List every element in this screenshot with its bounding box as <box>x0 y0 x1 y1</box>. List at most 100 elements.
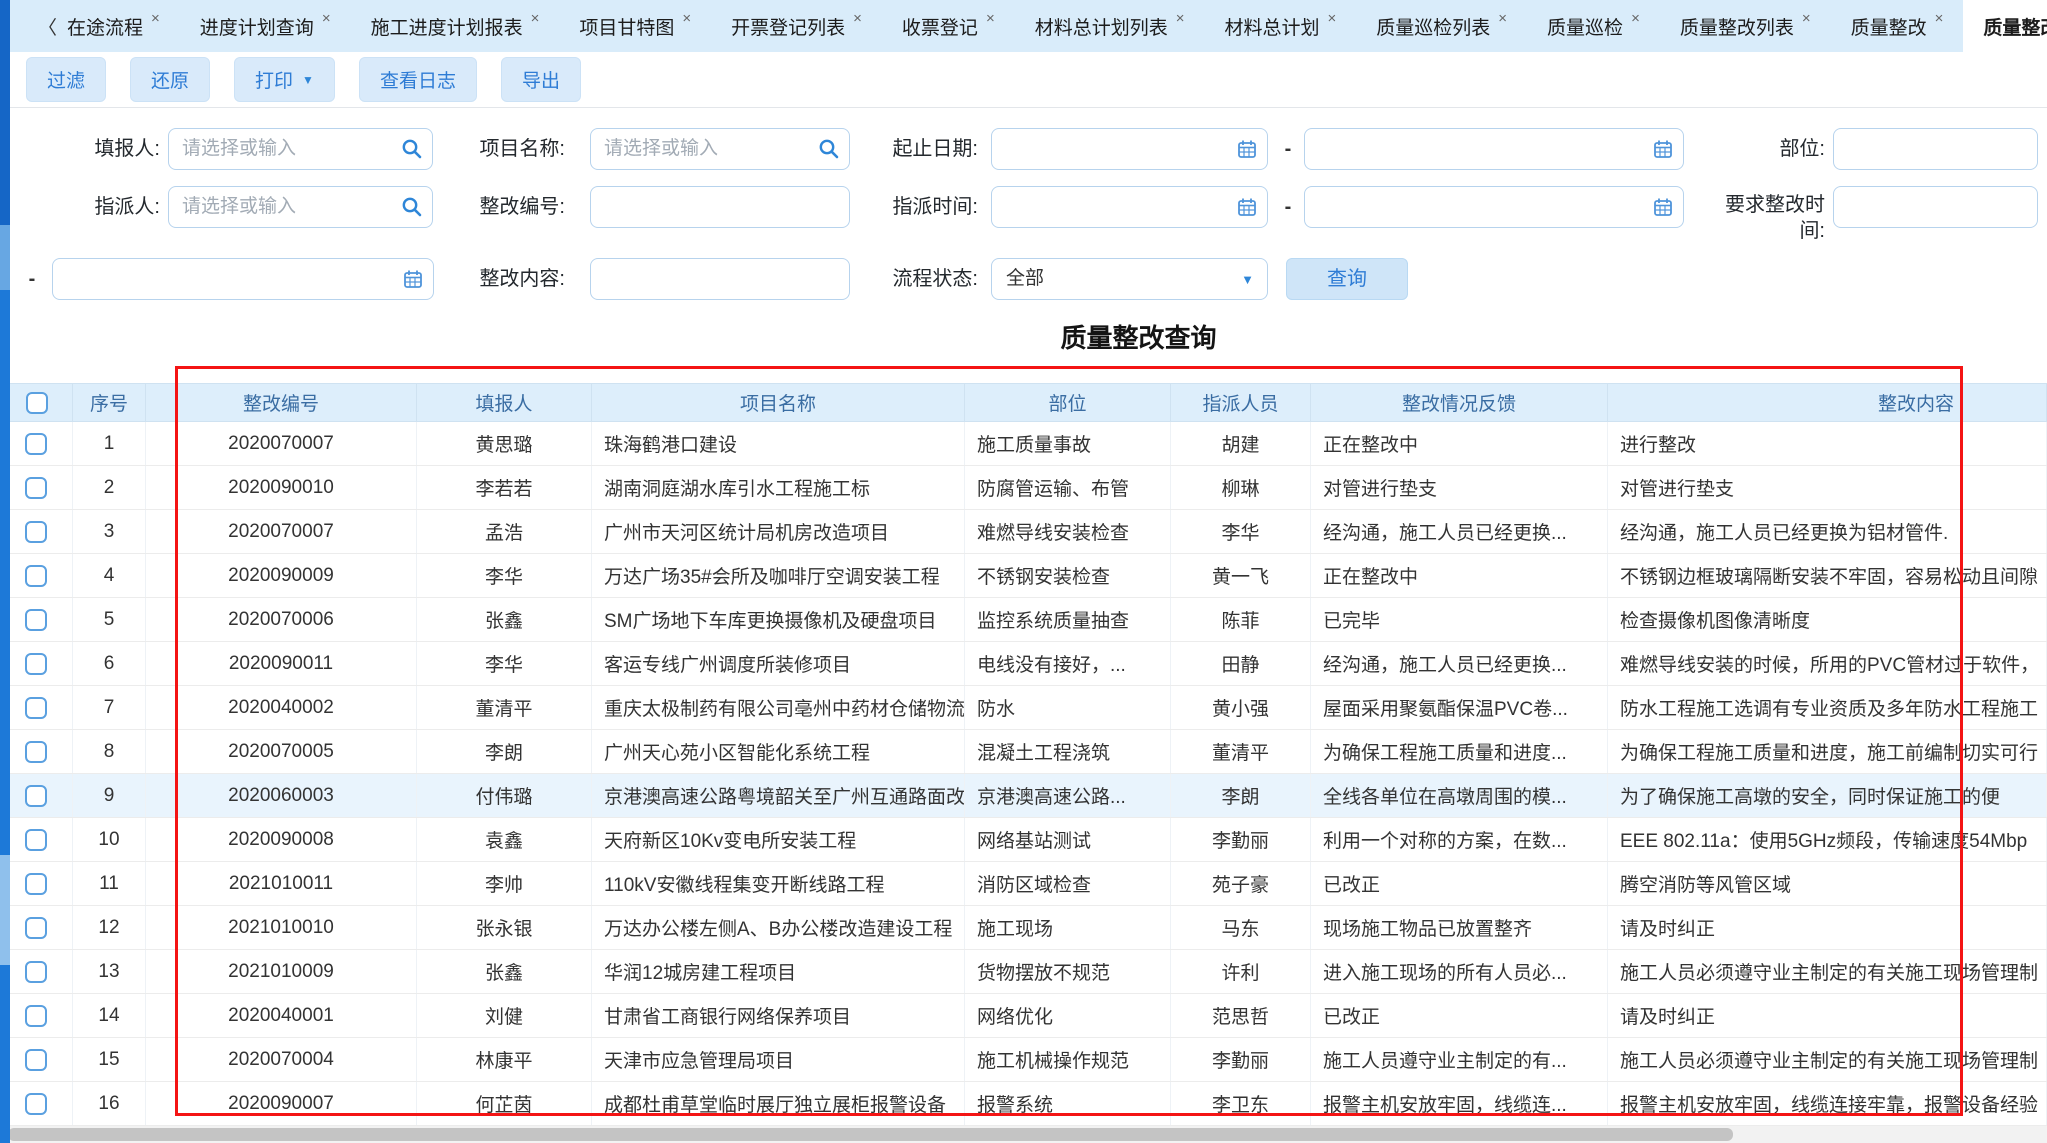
filler-link[interactable]: 黄思璐 <box>417 422 592 466</box>
project-link[interactable]: 甘肃省工商银行网络保养项目 <box>592 994 965 1038</box>
tab-close-icon[interactable]: × <box>986 10 995 27</box>
assignee-link[interactable]: 李华 <box>1171 510 1311 554</box>
calendar-icon[interactable] <box>1652 138 1674 160</box>
restore-button[interactable]: 还原 <box>130 57 210 102</box>
filler-input[interactable] <box>168 128 433 170</box>
project-link[interactable]: 湖南洞庭湖水库引水工程施工标 <box>592 466 965 510</box>
table-row[interactable]: 152020070004林康平天津市应急管理局项目施工机械操作规范李勤丽施工人员… <box>1 1038 2047 1082</box>
rectification-code-link[interactable]: 2021010011 <box>146 862 417 906</box>
table-row[interactable]: 22020090010李若若湖南洞庭湖水库引水工程施工标防腐管运输、布管柳琳对管… <box>1 466 2047 510</box>
filler-link[interactable]: 李帅 <box>417 862 592 906</box>
back-chevron-icon[interactable]: 〈 <box>38 13 57 40</box>
rect-no-input[interactable] <box>590 186 850 228</box>
project-link[interactable]: 万达广场35#会所及咖啡厅空调安装工程 <box>592 554 965 598</box>
assignee-link[interactable]: 胡建 <box>1171 422 1311 466</box>
tab[interactable]: 项目甘特图× <box>559 0 711 52</box>
rectification-code-link[interactable]: 2021010010 <box>146 906 417 950</box>
project-link[interactable]: 天津市应急管理局项目 <box>592 1038 965 1082</box>
filler-link[interactable]: 张鑫 <box>417 950 592 994</box>
table-row[interactable]: 162020090007何芷茵成都杜甫草堂临时展厅独立展柜报警设备报警系统李卫东… <box>1 1082 2047 1126</box>
table-row[interactable]: 82020070005李朗广州天心苑小区智能化系统工程混凝土工程浇筑董清平为确保… <box>1 730 2047 774</box>
filler-link[interactable]: 李若若 <box>417 466 592 510</box>
assignee-link[interactable]: 黄小强 <box>1171 686 1311 730</box>
project-link[interactable]: 客运专线广州调度所装修项目 <box>592 642 965 686</box>
filter-button[interactable]: 过滤 <box>26 57 106 102</box>
tab-close-icon[interactable]: × <box>1176 10 1185 27</box>
row-checkbox[interactable] <box>25 1005 47 1027</box>
search-icon[interactable] <box>818 138 840 160</box>
rectification-code-link[interactable]: 2020070004 <box>146 1038 417 1082</box>
row-checkbox[interactable] <box>25 521 47 543</box>
rectification-code-link[interactable]: 2020070005 <box>146 730 417 774</box>
row-checkbox[interactable] <box>25 477 47 499</box>
select-all-checkbox[interactable] <box>26 392 48 414</box>
project-link[interactable]: 重庆太极制药有限公司亳州中药材仓储物流 <box>592 686 965 730</box>
rectification-code-link[interactable]: 2020060003 <box>146 774 417 818</box>
table-row[interactable]: 32020070007孟浩广州市天河区统计局机房改造项目难燃导线安装检查李华经沟… <box>1 510 2047 554</box>
row-checkbox[interactable] <box>25 433 47 455</box>
filler-link[interactable]: 何芷茵 <box>417 1082 592 1126</box>
project-link[interactable]: 110kV安徽线程集变开断线路工程 <box>592 862 965 906</box>
filler-link[interactable]: 袁鑫 <box>417 818 592 862</box>
date-start-input[interactable] <box>991 128 1268 170</box>
table-row[interactable]: 112021010011李帅110kV安徽线程集变开断线路工程消防区域检查苑子豪… <box>1 862 2047 906</box>
tab[interactable]: 质量巡检× <box>1527 0 1660 52</box>
tab-close-icon[interactable]: × <box>1935 10 1944 27</box>
row-checkbox[interactable] <box>25 565 47 587</box>
assigner-input[interactable] <box>168 186 433 228</box>
table-row[interactable]: 132021010009张鑫华润12城房建工程项目货物摆放不规范许利进入施工现场… <box>1 950 2047 994</box>
assignee-link[interactable]: 苑子豪 <box>1171 862 1311 906</box>
assignee-link[interactable]: 董清平 <box>1171 730 1311 774</box>
tab[interactable]: 开票登记列表× <box>711 0 882 52</box>
rectification-code-link[interactable]: 2020070006 <box>146 598 417 642</box>
tab-close-icon[interactable]: × <box>1802 10 1811 27</box>
project-link[interactable]: SM广场地下车库更换摄像机及硬盘项目 <box>592 598 965 642</box>
horizontal-scrollbar-thumb[interactable] <box>8 1128 1733 1141</box>
filler-link[interactable]: 张永银 <box>417 906 592 950</box>
filler-link[interactable]: 李朗 <box>417 730 592 774</box>
rectification-code-link[interactable]: 2020090011 <box>146 642 417 686</box>
table-row[interactable]: 42020090009李华万达广场35#会所及咖啡厅空调安装工程不锈钢安装检查黄… <box>1 554 2047 598</box>
status-select[interactable]: 全部 ▼ <box>991 258 1268 300</box>
assignee-link[interactable]: 马东 <box>1171 906 1311 950</box>
table-row[interactable]: 142020040001刘健甘肃省工商银行网络保养项目网络优化范思哲已改正请及时… <box>1 994 2047 1038</box>
date-end-input[interactable] <box>1304 128 1684 170</box>
project-input[interactable] <box>590 128 850 170</box>
filler-link[interactable]: 董清平 <box>417 686 592 730</box>
search-icon[interactable] <box>401 196 423 218</box>
assignee-link[interactable]: 李勤丽 <box>1171 1038 1311 1082</box>
assignee-link[interactable]: 田静 <box>1171 642 1311 686</box>
required-time-end-input[interactable] <box>52 258 434 300</box>
print-button[interactable]: 打印▼ <box>234 57 335 102</box>
query-button[interactable]: 查询 <box>1286 258 1408 300</box>
tab-close-icon[interactable]: × <box>1631 10 1640 27</box>
rectification-code-link[interactable]: 2021010009 <box>146 950 417 994</box>
row-checkbox[interactable] <box>25 697 47 719</box>
rectification-code-link[interactable]: 2020090009 <box>146 554 417 598</box>
rectification-code-link[interactable]: 2020090008 <box>146 818 417 862</box>
project-link[interactable]: 珠海鹤港口建设 <box>592 422 965 466</box>
row-checkbox[interactable] <box>25 829 47 851</box>
tab[interactable]: 质量巡检列表× <box>1356 0 1527 52</box>
tab-active[interactable]: 质量整改查询 <box>1963 0 2047 52</box>
assignee-link[interactable]: 黄一飞 <box>1171 554 1311 598</box>
assign-time-start-input[interactable] <box>991 186 1268 228</box>
project-link[interactable]: 成都杜甫草堂临时展厅独立展柜报警设备 <box>592 1082 965 1126</box>
tab-close-icon[interactable]: × <box>322 10 331 27</box>
calendar-icon[interactable] <box>1652 196 1674 218</box>
filler-link[interactable]: 张鑫 <box>417 598 592 642</box>
assignee-link[interactable]: 范思哲 <box>1171 994 1311 1038</box>
tab[interactable]: 进度计划查询× <box>180 0 351 52</box>
calendar-icon[interactable] <box>402 268 424 290</box>
content-input[interactable] <box>590 258 850 300</box>
table-row[interactable]: 62020090011李华客运专线广州调度所装修项目电线没有接好，...田静经沟… <box>1 642 2047 686</box>
table-row[interactable]: 92020060003付伟璐京港澳高速公路粤境韶关至广州互通路面改京港澳高速公路… <box>1 774 2047 818</box>
project-link[interactable]: 华润12城房建工程项目 <box>592 950 965 994</box>
tab[interactable]: 材料总计划列表× <box>1015 0 1205 52</box>
rectification-code-link[interactable]: 2020090007 <box>146 1082 417 1126</box>
search-icon[interactable] <box>401 138 423 160</box>
tab-close-icon[interactable]: × <box>531 10 540 27</box>
assignee-link[interactable]: 柳琳 <box>1171 466 1311 510</box>
filler-link[interactable]: 林康平 <box>417 1038 592 1082</box>
row-checkbox[interactable] <box>25 609 47 631</box>
